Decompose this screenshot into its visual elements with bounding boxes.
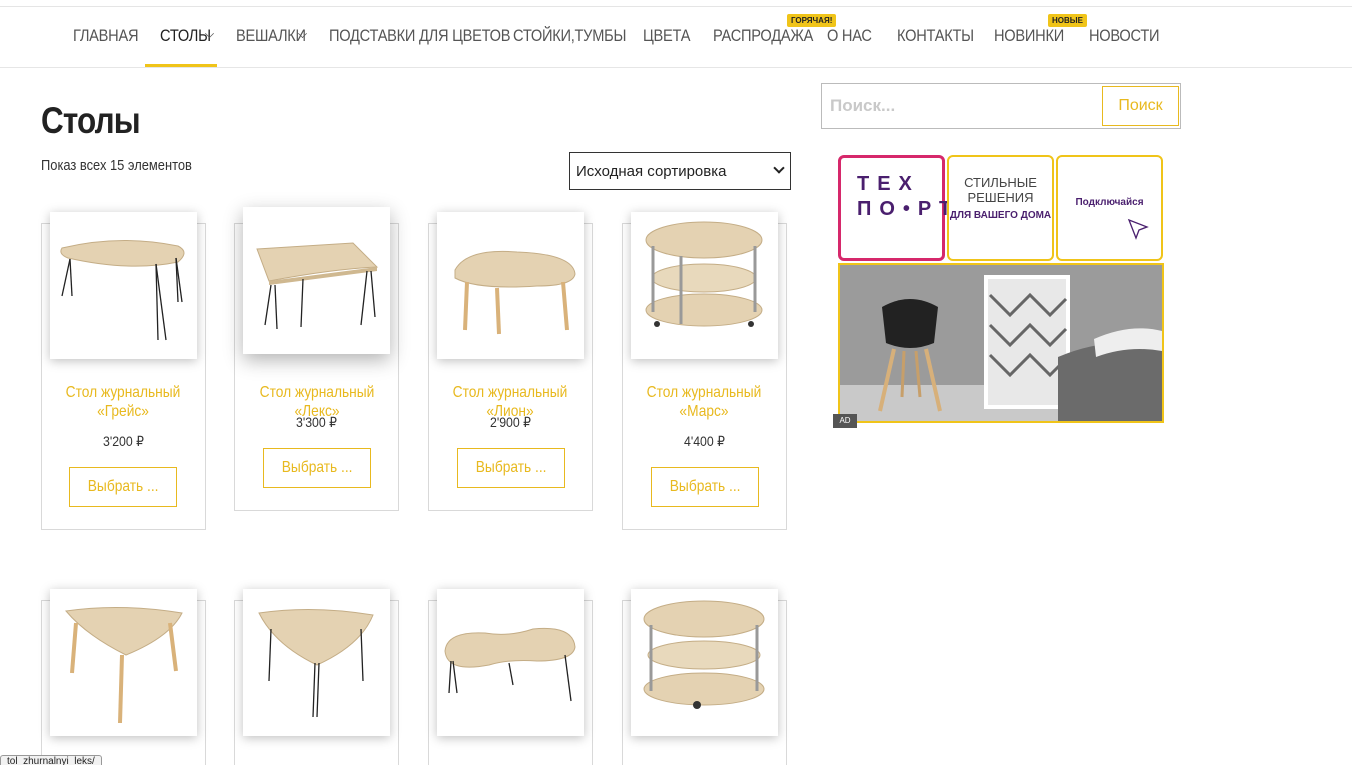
new-badge: НОВЫЕ xyxy=(1048,14,1087,27)
search-button[interactable]: Поиск xyxy=(1102,86,1179,126)
cursor-arrow-icon xyxy=(1127,218,1149,240)
ad-logo-text: ТЕХ ПО•РТ xyxy=(857,173,960,220)
product-price: 2'900 ₽ xyxy=(489,414,532,430)
nav-item-colors[interactable]: ЦВЕТА xyxy=(643,26,690,46)
result-count: Показ всех 15 элементов xyxy=(41,157,192,174)
product-image[interactable] xyxy=(50,212,197,359)
choose-button[interactable]: Выбрать ... xyxy=(457,448,565,488)
page-title: Столы xyxy=(41,100,141,141)
choose-button-label: Выбрать ... xyxy=(669,478,741,495)
product-image[interactable] xyxy=(437,212,584,359)
status-url-tooltip: tol_zhurnalnyi_leks/ xyxy=(0,755,102,765)
table-triangle-wood-image xyxy=(65,606,183,724)
table-kidney-image xyxy=(444,627,576,702)
table-mars-image xyxy=(645,221,763,327)
ad-logo-tile[interactable]: ТЕХ ПО•РТ xyxy=(838,155,951,261)
nav-item-flower-stands[interactable]: ПОДСТАВКИ ДЛЯ ЦВЕТОВ xyxy=(329,26,511,46)
table-triangle-metal-image xyxy=(258,608,374,718)
table-lion-image xyxy=(454,250,576,335)
choose-button-label: Выбрать ... xyxy=(87,478,159,495)
product-image[interactable] xyxy=(631,212,778,359)
choose-button[interactable]: Выбрать ... xyxy=(263,448,371,488)
choose-button-label: Выбрать ... xyxy=(475,459,547,476)
ad-slogan-line2: ДЛЯ ВАШЕГО ДОМА xyxy=(949,210,1052,221)
choose-button-label: Выбрать ... xyxy=(281,459,353,476)
choose-button[interactable]: Выбрать ... xyxy=(651,467,759,507)
nav-item-about[interactable]: О НАС xyxy=(827,26,872,46)
nav-item-contacts[interactable]: КОНТАКТЫ xyxy=(897,26,974,46)
search-form: Поиск xyxy=(821,83,1181,129)
nav-item-racks[interactable]: СТОЙКИ,ТУМБЫ xyxy=(513,26,626,46)
table-round-shelf-image xyxy=(643,600,765,709)
ad-slogan-line1: СТИЛЬНЫЕ РЕШЕНИЯ xyxy=(964,175,1037,205)
product-image[interactable] xyxy=(631,589,778,736)
nav-item-news[interactable]: НОВОСТИ xyxy=(1089,26,1160,46)
ad-cta-tile[interactable]: Подключайся xyxy=(1056,155,1163,261)
ad-mark-badge: AD xyxy=(833,414,857,428)
product-image[interactable] xyxy=(437,589,584,736)
nav-item-home[interactable]: ГЛАВНАЯ xyxy=(73,26,139,46)
main-nav: ГЛАВНАЯ СТОЛЫ ВЕШАЛКИ ПОДСТАВКИ ДЛЯ ЦВЕТ… xyxy=(0,7,1352,68)
table-grace-image xyxy=(60,239,185,341)
product-image[interactable] xyxy=(243,207,390,354)
table-lex-image xyxy=(256,242,379,330)
nav-item-new[interactable]: НОВИНКИ xyxy=(994,26,1064,46)
active-nav-underline xyxy=(145,64,217,67)
product-image[interactable] xyxy=(243,589,390,736)
product-name[interactable]: Стол журнальный «Грейс» xyxy=(41,383,204,421)
interior-chair-image xyxy=(840,265,1162,421)
search-input[interactable] xyxy=(822,84,1100,128)
product-image[interactable] xyxy=(50,589,197,736)
ad-banner[interactable]: ТЕХ ПО•РТ СТИЛЬНЫЕ РЕШЕНИЯ ДЛЯ ВАШЕГО ДО… xyxy=(838,155,1164,423)
product-price: 3'200 ₽ xyxy=(102,433,145,449)
nav-item-sale[interactable]: РАСПРОДАЖА xyxy=(713,26,813,46)
sort-select[interactable]: Исходная сортировка xyxy=(569,152,791,190)
nav-item-hangers[interactable]: ВЕШАЛКИ xyxy=(236,26,306,46)
nav-item-tables[interactable]: СТОЛЫ xyxy=(160,26,211,46)
product-name[interactable]: Стол журнальный «Марс» xyxy=(622,383,785,421)
product-price: 3'300 ₽ xyxy=(295,414,338,430)
ad-interior-photo[interactable] xyxy=(838,263,1164,423)
product-price: 4'400 ₽ xyxy=(683,433,726,449)
ad-cta-text: Подключайся xyxy=(1075,197,1144,208)
choose-button[interactable]: Выбрать ... xyxy=(69,467,177,507)
ad-slogan-tile[interactable]: СТИЛЬНЫЕ РЕШЕНИЯ ДЛЯ ВАШЕГО ДОМА xyxy=(947,155,1054,261)
